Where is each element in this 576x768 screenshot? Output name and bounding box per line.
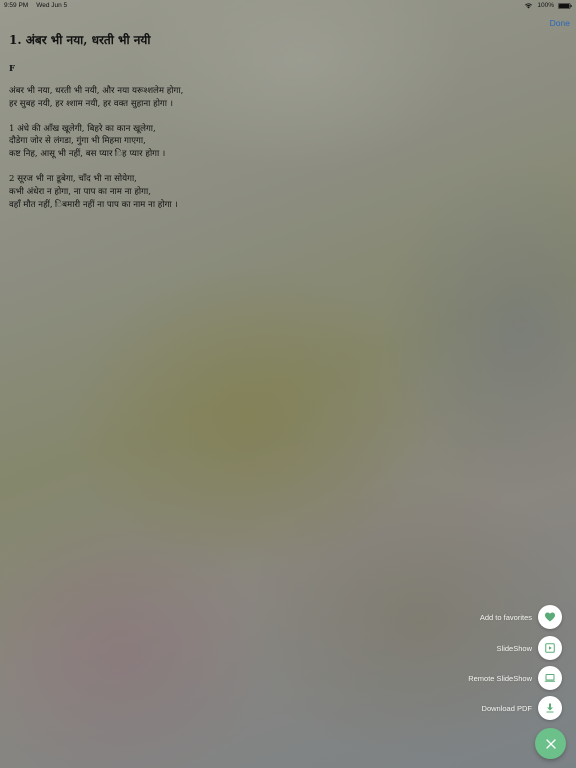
stanza-1: 1 अंधे की आँख खूलेगी, बिहरे का कान खूलेग… xyxy=(9,123,429,161)
lyric-line: कभी अंधेरा न होगा, ना पाप का नाम ना होगा… xyxy=(9,186,151,197)
lyric-line: 1 अंधे की आँख खूलेगी, बिहरे का कान खूलेग… xyxy=(9,123,156,134)
status-time: 9:59 PM xyxy=(4,2,29,9)
laptop-icon xyxy=(544,674,556,682)
slideshow-button[interactable] xyxy=(538,636,562,660)
fab-close-button[interactable] xyxy=(535,728,566,759)
fab-label-favorites: Add to favorites xyxy=(479,612,532,622)
lyric-line: हर सुबह नयी, हर श्शाम नयी, हर वक्त सुहान… xyxy=(9,98,173,109)
status-left: 9:59 PM Wed Jun 5 xyxy=(4,2,67,9)
song-title: 1. अंबर भी नया, धरती भी नयी xyxy=(9,33,151,47)
fab-item-remote-slideshow[interactable]: Remote SlideShow xyxy=(468,666,562,690)
heart-icon xyxy=(545,612,555,622)
status-right: 100% xyxy=(524,2,572,9)
add-to-favorites-button[interactable] xyxy=(538,605,562,629)
stanza-2: 2 सूरज भी ना डूबेगा, चाँद भी ना सोयेगा, … xyxy=(9,173,429,211)
status-bar: 9:59 PM Wed Jun 5 100% xyxy=(0,0,576,12)
fab-label-remote-slideshow: Remote SlideShow xyxy=(468,673,532,683)
lyric-line: कष्ट निह, आसू भी नहीं, बस प्यार िह प्यार… xyxy=(9,149,166,160)
song-content: 1. अंबर भी नया, धरती भी नयी F अंबर भी नय… xyxy=(9,32,429,223)
fab-item-slideshow[interactable]: SlideShow xyxy=(497,636,562,660)
remote-slideshow-button[interactable] xyxy=(538,666,562,690)
close-icon xyxy=(545,738,556,749)
song-chord: F xyxy=(9,64,16,74)
fab-item-favorites[interactable]: Add to favorites xyxy=(480,605,562,629)
battery-percent: 100% xyxy=(537,2,554,9)
battery-icon xyxy=(558,2,572,9)
fab-label-slideshow: SlideShow xyxy=(496,643,532,653)
download-pdf-button[interactable] xyxy=(538,696,562,720)
lyric-line: अंबर भी नया, धरती भी नयी, और नया यरूश्शल… xyxy=(9,86,184,96)
lyric-line: दौडेगा जोर से लंगडा, गुंगा भी मिहमा गाएग… xyxy=(9,136,146,147)
download-icon xyxy=(546,703,554,713)
status-date: Wed Jun 5 xyxy=(36,2,68,9)
done-button[interactable]: Done xyxy=(550,18,570,28)
fab-label-download-pdf: Download PDF xyxy=(481,703,532,713)
wifi-icon xyxy=(525,3,533,9)
slideshow-icon xyxy=(545,643,555,653)
stanza-chorus: अंबर भी नया, धरती भी नयी, और नया यरूश्शल… xyxy=(9,85,429,111)
lyric-line: 2 सूरज भी ना डूबेगा, चाँद भी ना सोयेगा, xyxy=(9,173,137,184)
fab-item-download-pdf[interactable]: Download PDF xyxy=(482,696,562,720)
lyric-line: वहाँ मौत नहीं, िबमारी नहीं ना पाप का नाम… xyxy=(9,199,178,210)
